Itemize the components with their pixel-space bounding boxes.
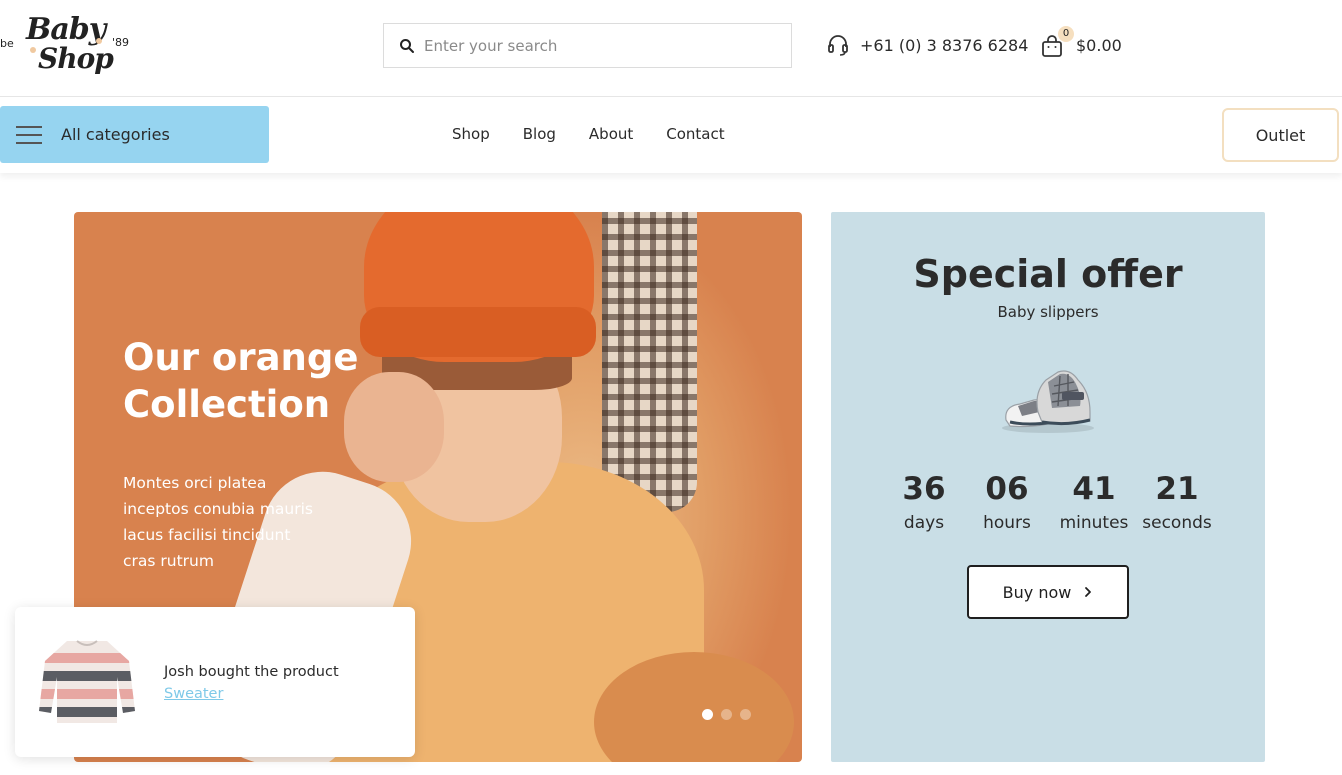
carousel-dots xyxy=(702,709,751,720)
buy-now-label[interactable]: Buy now xyxy=(1003,583,1072,602)
search-input[interactable] xyxy=(424,24,784,67)
countdown-minutes: 41 minutes xyxy=(1059,467,1129,535)
offer-title: Special offer xyxy=(913,252,1183,296)
nav-link-about[interactable]: About xyxy=(589,125,633,143)
baby-slippers-image[interactable] xyxy=(998,362,1098,437)
nav-link-shop[interactable]: Shop xyxy=(452,125,490,143)
countdown-seconds-unit: seconds xyxy=(1142,513,1212,533)
carousel-dot-3[interactable] xyxy=(740,709,751,720)
headset-icon xyxy=(828,35,848,56)
logo-prefix: be xyxy=(0,37,14,50)
sweater-thumbnail[interactable] xyxy=(37,631,137,731)
search-icon[interactable] xyxy=(399,38,415,54)
purchase-message: Josh bought the product xyxy=(164,664,339,680)
search-box[interactable] xyxy=(383,23,792,68)
recent-purchase-notification[interactable]: Josh bought the product Sweater xyxy=(15,607,415,757)
all-categories-button[interactable]: All categories xyxy=(0,106,269,163)
countdown-minutes-unit: minutes xyxy=(1059,513,1129,533)
logo-line2: Shop xyxy=(38,42,114,75)
outlet-button[interactable]: Outlet xyxy=(1222,108,1339,162)
nav-link-blog[interactable]: Blog xyxy=(523,125,556,143)
countdown-seconds-value: 21 xyxy=(1155,471,1199,507)
hamburger-menu-icon[interactable] xyxy=(16,125,42,144)
phone-number[interactable]: +61 (0) 3 8376 6284 xyxy=(860,36,1028,55)
purchased-product-link[interactable]: Sweater xyxy=(164,686,223,702)
logo-suffix: '89 xyxy=(112,36,130,49)
countdown-days: 36 days xyxy=(899,467,949,535)
countdown-hours: 06 hours xyxy=(977,467,1037,535)
offer-countdown: 36 days 06 hours 41 minutes 21 seconds xyxy=(899,467,1219,537)
cart-button[interactable]: 0 $0.00 xyxy=(1040,26,1140,60)
nav-menu: Shop Blog About Contact xyxy=(452,125,758,143)
logo-dot xyxy=(30,47,36,53)
cart-total[interactable]: $0.00 xyxy=(1076,36,1122,55)
countdown-hours-value: 06 xyxy=(985,471,1029,507)
offer-subtitle: Baby slippers xyxy=(997,303,1099,321)
countdown-hours-unit: hours xyxy=(983,513,1031,533)
cart-count-badge: 0 xyxy=(1058,26,1074,42)
baby-shop-logo[interactable]: be Baby Shop '89 xyxy=(0,10,140,80)
carousel-dot-2[interactable] xyxy=(721,709,732,720)
logo-dot xyxy=(96,38,102,44)
special-offer-panel: Special offer Baby slippers 36 days 06 h… xyxy=(831,212,1265,762)
hero-title: Our orange Collection xyxy=(123,336,359,426)
carousel-dot-1[interactable] xyxy=(702,709,713,720)
chevron-right-icon xyxy=(1085,587,1092,597)
hero-image-plaid-shirt xyxy=(602,212,697,512)
phone-contact[interactable]: +61 (0) 3 8376 6284 xyxy=(826,32,1028,58)
top-header: be Baby Shop '89 +61 (0) 3 8376 6284 0 $ xyxy=(0,0,1342,97)
nav-link-contact[interactable]: Contact xyxy=(666,125,724,143)
main-navigation: All categories Shop Blog About Contact O… xyxy=(0,97,1342,173)
countdown-minutes-value: 41 xyxy=(1072,471,1116,507)
countdown-days-unit: days xyxy=(903,513,945,533)
all-categories-label[interactable]: All categories xyxy=(61,125,170,144)
countdown-seconds: 21 seconds xyxy=(1139,467,1215,535)
buy-now-button[interactable]: Buy now xyxy=(967,565,1129,619)
hero-description: Montes orci platea inceptos conubia maur… xyxy=(123,474,313,570)
countdown-days-value: 36 xyxy=(902,471,946,507)
